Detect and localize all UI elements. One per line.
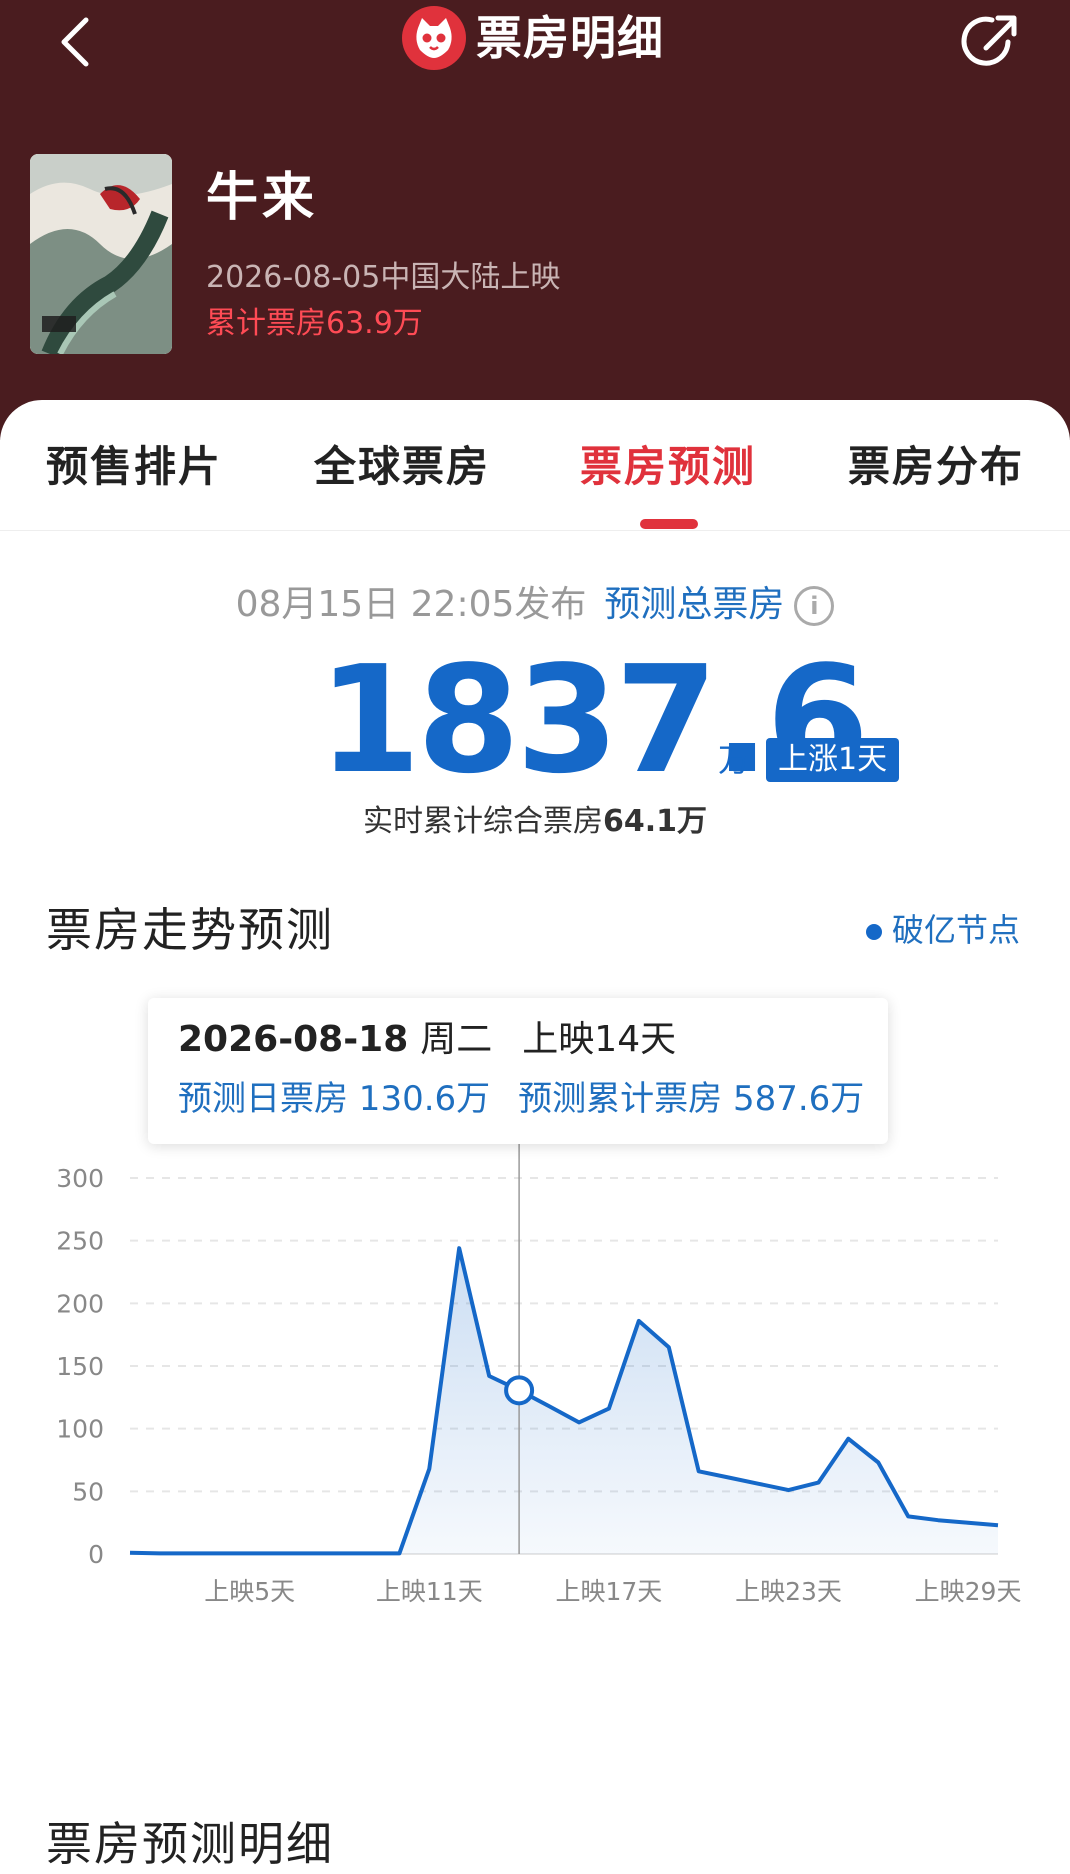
info-icon[interactable]: i <box>794 586 835 626</box>
box-office-trend-chart[interactable]: 0 50 100 150 200 250 300 上映5天 上映11天 上映17天 上映23天 上映2… <box>0 1000 1070 1620</box>
tab-box-office-distribution[interactable]: 票房分布 <box>848 440 1024 494</box>
tooltip-header: 2026-08-18 周二 上映14天 <box>178 1016 676 1064</box>
tooltip-values: 预测日票房 130.6万 预测累计票房 587.6万 <box>178 1076 864 1122</box>
publish-time: 08月15日 22:05发布 <box>235 584 587 625</box>
x-tick-label: 上映23天 <box>735 1577 842 1606</box>
tooltip-date: 2026-08-18 <box>178 1019 409 1060</box>
tooltip-daily: 预测日票房 130.6万 <box>178 1079 491 1119</box>
back-icon[interactable] <box>48 12 108 72</box>
realtime-value: 64.1万 <box>602 804 708 839</box>
movie-title: 牛来 <box>206 168 319 228</box>
tab-presale[interactable]: 预售排片 <box>46 440 222 494</box>
legend-label: 破亿节点 <box>892 911 1021 949</box>
cat-logo-icon <box>402 6 466 70</box>
realtime-label: 实时累计综合票房 <box>362 804 603 839</box>
y-tick-label: 150 <box>56 1352 104 1381</box>
forecast-header: 08月15日 22:05发布 预测总票房 i <box>0 580 1070 630</box>
tooltip-weekday: 周二 <box>420 1019 493 1060</box>
y-tick-label: 300 <box>56 1164 104 1193</box>
x-tick-label: 上映11天 <box>376 1577 483 1606</box>
trend-chart-svg[interactable]: 0 50 100 150 200 250 300 上映5天 上映11天 上映17天 上映23天 上映2… <box>0 1000 1070 1620</box>
x-tick-label: 上映29天 <box>915 1577 1022 1606</box>
share-icon[interactable] <box>958 8 1026 76</box>
detail-section-title: 票房预测明细 <box>46 1817 334 1871</box>
y-tick-label: 50 <box>72 1477 104 1506</box>
release-info: 2026-08-05中国大陆上映 <box>206 260 561 295</box>
trend-badge: 上涨1天 <box>766 738 900 782</box>
y-tick-label: 100 <box>56 1415 104 1444</box>
y-tick-label: 0 <box>88 1540 104 1569</box>
highlight-point <box>504 1375 535 1406</box>
active-tab-indicator <box>640 519 698 529</box>
header: 票房明细 牛来 2026-08-05中国大陆上映 累计票房63.9万 <box>0 0 1070 440</box>
tab-global-box-office[interactable]: 全球票房 <box>314 440 490 494</box>
tooltip-day: 上映14天 <box>522 1019 677 1060</box>
legend-dot-icon <box>866 924 882 940</box>
tooltip-cumulative: 预测累计票房 587.6万 <box>518 1079 865 1119</box>
cumulative-box-office: 累计票房63.9万 <box>206 306 423 341</box>
realtime-box-office: 实时累计综合票房64.1万 <box>0 800 1070 844</box>
movie-poster[interactable] <box>30 154 172 354</box>
forecast-unit: 万 <box>718 741 751 779</box>
legend-breakthrough[interactable]: 破亿节点 <box>866 908 1020 952</box>
series-area <box>130 1248 998 1554</box>
y-tick-label: 200 <box>56 1289 104 1318</box>
x-tick-label: 上映5天 <box>204 1577 295 1606</box>
trend-section-title: 票房走势预测 <box>46 903 334 957</box>
y-tick-label: 250 <box>56 1227 104 1256</box>
page-title: 票房明细 <box>476 11 664 65</box>
x-tick-label: 上映17天 <box>555 1577 662 1606</box>
forecast-total-label: 预测总票房 <box>604 584 785 625</box>
chart-tooltip: 2026-08-18 周二 上映14天 预测日票房 130.6万 预测累计票房 587… <box>148 998 888 1144</box>
tab-divider <box>0 530 1070 531</box>
tab-box-office-forecast[interactable]: 票房预测 <box>580 440 756 494</box>
